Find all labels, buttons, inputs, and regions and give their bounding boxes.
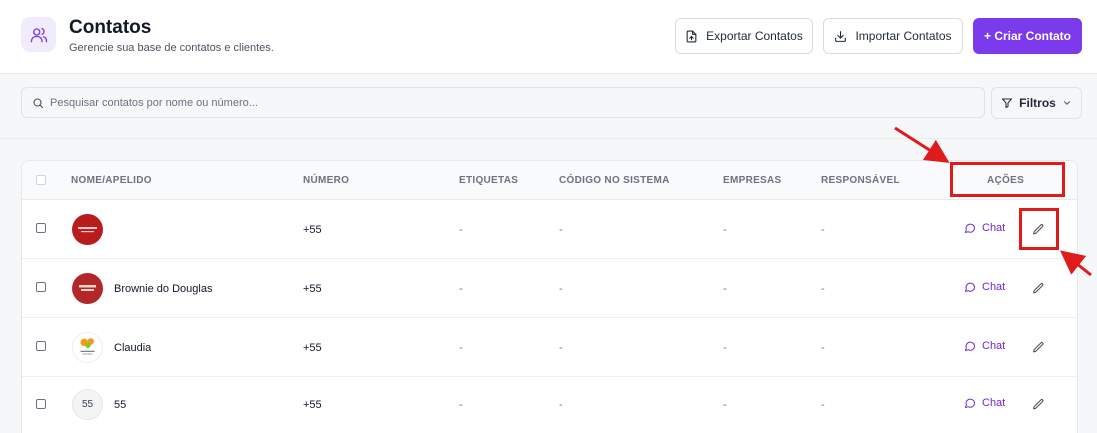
section-divider [0, 138, 1097, 139]
create-contact-label: + Criar Contato [983, 29, 1071, 43]
page-header: Contatos Gerencie sua base de contatos e… [0, 0, 1097, 74]
contact-number: +55 [303, 283, 322, 295]
contact-number: +55 [303, 224, 322, 236]
contact-code: - [559, 342, 563, 354]
table-header: NOME/APELIDO NÚMERO ETIQUETAS CÓDIGO NO … [22, 161, 1077, 200]
file-export-icon [686, 30, 697, 42]
select-all-checkbox[interactable] [36, 175, 46, 185]
avatar [72, 273, 103, 304]
chat-label: Chat [982, 222, 1006, 234]
row-checkbox[interactable] [36, 341, 46, 351]
users-icon [21, 17, 56, 52]
contact-companies: - [723, 283, 727, 295]
contact-name: Claudia [114, 342, 152, 354]
edit-contact-button[interactable] [1028, 278, 1048, 298]
column-header-companies: EMPRESAS [723, 175, 782, 186]
chat-bubble-icon [965, 282, 975, 292]
column-header-number[interactable]: NÚMERO [303, 175, 349, 186]
row-checkbox[interactable] [36, 282, 46, 292]
pencil-icon [1032, 282, 1043, 293]
highlight-box-actions-header [950, 162, 1065, 197]
contacts-table: NOME/APELIDO NÚMERO ETIQUETAS CÓDIGO NO … [21, 160, 1078, 433]
search-input[interactable] [50, 96, 970, 109]
chevron-down-icon [1063, 101, 1070, 105]
chat-label: Chat [982, 281, 1006, 293]
contact-number: +55 [303, 399, 322, 411]
contact-code: - [559, 283, 563, 295]
contact-code: - [559, 399, 563, 411]
contact-companies: - [723, 342, 727, 354]
import-contacts-button[interactable]: Importar Contatos [823, 18, 963, 54]
export-contacts-label: Exportar Contatos [706, 29, 803, 43]
filters-button[interactable]: Filtros [991, 87, 1082, 119]
contact-number: +55 [303, 342, 322, 354]
table-row: Brownie do Douglas +55 - - - - Chat [22, 259, 1077, 318]
contact-name: Brownie do Douglas [114, 283, 213, 295]
contact-tags: - [459, 342, 463, 354]
contact-tags: - [459, 283, 463, 295]
chat-bubble-icon [965, 223, 975, 233]
avatar [72, 214, 103, 245]
contact-name: 55 [114, 399, 127, 411]
chat-label: Chat [982, 397, 1006, 409]
import-contacts-label: Importar Contatos [855, 29, 952, 43]
contact-owner: - [821, 283, 825, 295]
contact-owner: - [821, 224, 825, 236]
page-subtitle: Gerencie sua base de contatos e clientes… [69, 42, 274, 54]
contact-companies: - [723, 399, 727, 411]
contact-owner: - [821, 342, 825, 354]
table-row: 55 55 +55 - - - - Chat [22, 377, 1077, 433]
highlight-box-edit-button [1019, 208, 1059, 250]
chat-bubble-icon [965, 398, 975, 408]
table-row: +55 - - - - Chat [22, 200, 1077, 259]
edit-contact-button[interactable] [1028, 337, 1048, 357]
search-icon [33, 97, 44, 108]
chat-button[interactable]: Chat [964, 397, 1005, 409]
edit-contact-button[interactable] [1028, 394, 1048, 414]
contact-companies: - [723, 224, 727, 236]
download-icon [835, 30, 847, 42]
avatar: 55 [72, 389, 103, 420]
chat-label: Chat [982, 340, 1006, 352]
column-header-system-code: CÓDIGO NO SISTEMA [559, 175, 670, 186]
chat-bubble-icon [965, 341, 975, 351]
page-title: Contatos [69, 17, 152, 38]
avatar [72, 332, 103, 363]
pencil-icon [1032, 398, 1043, 409]
contact-owner: - [821, 399, 825, 411]
create-contact-button[interactable]: + Criar Contato [973, 18, 1082, 54]
table-row: Claudia +55 - - - - Chat [22, 318, 1077, 377]
row-checkbox[interactable] [36, 223, 46, 233]
contact-code: - [559, 224, 563, 236]
row-checkbox[interactable] [36, 399, 46, 409]
filter-icon [1002, 98, 1013, 108]
chat-button[interactable]: Chat [964, 222, 1005, 234]
arrow-to-actions-header [894, 126, 950, 163]
column-header-tags: ETIQUETAS [459, 175, 519, 186]
filters-label: Filtros [1019, 96, 1056, 110]
column-header-name[interactable]: NOME/APELIDO [71, 175, 152, 186]
contact-tags: - [459, 224, 463, 236]
export-contacts-button[interactable]: Exportar Contatos [675, 18, 813, 54]
column-header-owner: RESPONSÁVEL [821, 175, 900, 186]
chat-button[interactable]: Chat [964, 340, 1005, 352]
contact-tags: - [459, 399, 463, 411]
search-bar [21, 87, 985, 118]
chat-button[interactable]: Chat [964, 281, 1005, 293]
pencil-icon [1032, 341, 1043, 352]
